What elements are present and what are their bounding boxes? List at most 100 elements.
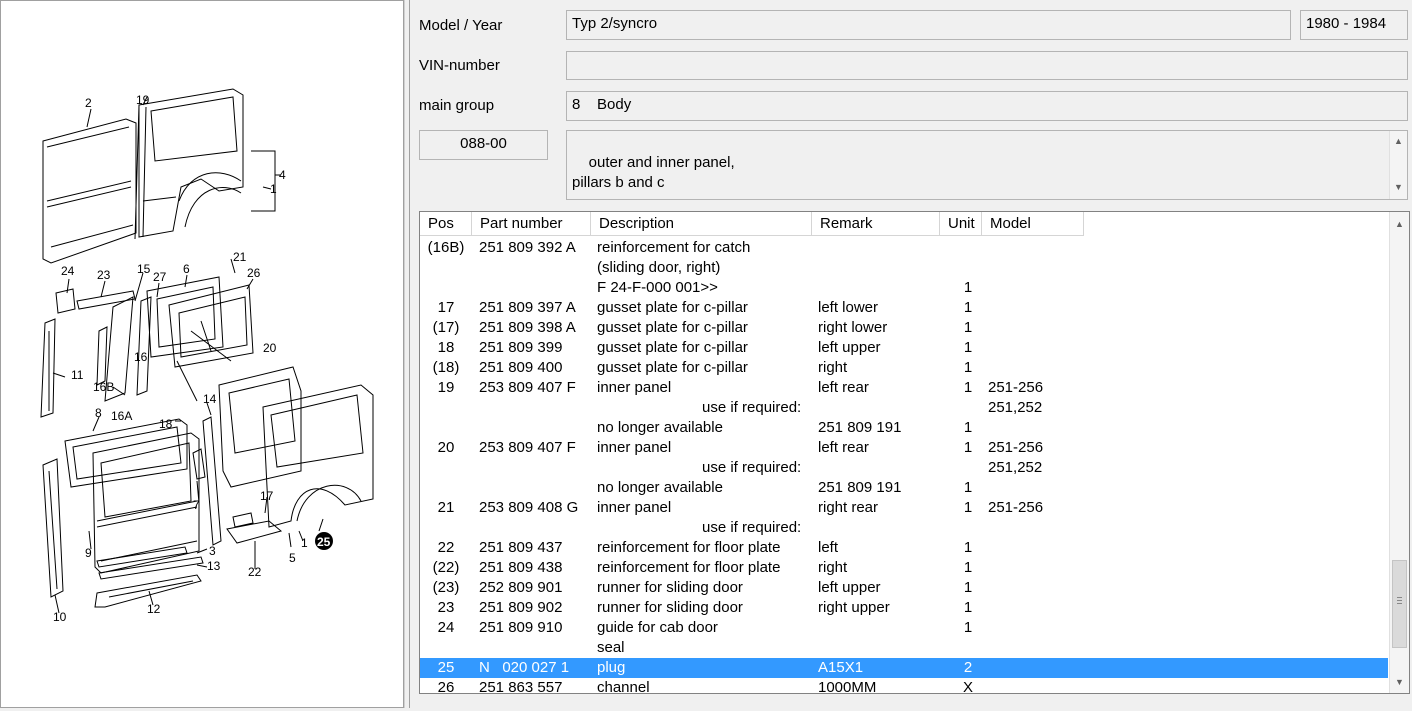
svg-text:16: 16	[134, 350, 148, 364]
table-row[interactable]: use if required: 251,252	[420, 458, 1388, 478]
cell-desc: reinforcement for floor plate	[597, 559, 781, 576]
svg-text:16B: 16B	[93, 380, 114, 394]
table-row[interactable]: 19 253 809 407 Finner panel left rear 1 251-…	[420, 378, 1388, 398]
table-row[interactable]: 17 251 809 397 A gusset plate for c-pillar…	[420, 298, 1388, 318]
table-row[interactable]: (17) 251 809 398 A gusset plate for c-pill…	[420, 318, 1388, 338]
illustration-description-field[interactable]: outer and inner panel, pillars b and c ▲…	[566, 130, 1408, 200]
table-row[interactable]: 26 251 863 557 channel 1000MM X	[420, 678, 1388, 694]
cell-unit: 1	[963, 279, 973, 296]
cell-unit: X	[962, 679, 973, 694]
table-row[interactable]: (sliding door, right)	[420, 258, 1388, 278]
cell-model: 251-256	[988, 439, 1044, 456]
svg-text:9: 9	[85, 546, 92, 560]
scroll-up-icon[interactable]: ▲	[1390, 218, 1409, 230]
column-header-description[interactable]: Description	[591, 212, 812, 236]
cell-desc: guide for cab door	[597, 619, 718, 636]
cell-pn: 251 809 438	[479, 559, 563, 576]
table-row[interactable]: use if required: 251,252	[420, 398, 1388, 418]
cell-pos: 22	[437, 539, 455, 556]
cell-pn: 251 809 902	[479, 599, 563, 616]
cell-pn: 251 863 557	[479, 679, 563, 694]
table-row[interactable]: 24 251 809 910 guide for cab door 1	[420, 618, 1388, 638]
cell-desc: gusset plate for c-pillar	[597, 319, 748, 336]
scroll-down-icon[interactable]: ▼	[1390, 676, 1409, 688]
table-row[interactable]: 18 251 809 399 gusset plate for c-pillar le…	[420, 338, 1388, 358]
table-row[interactable]: (16B) 251 809 392 A reinforcement for catc…	[420, 238, 1388, 258]
cell-model: 251,252	[988, 399, 1043, 416]
table-row[interactable]: (18) 251 809 400 gusset plate for c-pillar…	[420, 358, 1388, 378]
svg-text:1: 1	[301, 536, 308, 550]
cell-model: 251-256	[988, 499, 1044, 516]
table-row[interactable]: F 24-F-000 001>> 1	[420, 278, 1388, 298]
svg-text:8: 8	[95, 406, 102, 420]
cell-remark: A15X1	[818, 659, 864, 676]
details-panel: Model / Year Typ 2/syncro 1980 - 1984 VI…	[410, 0, 1412, 708]
cell-desc: seal	[597, 639, 625, 656]
cell-pos: 17	[437, 299, 455, 316]
table-row[interactable]: seal	[420, 638, 1388, 658]
svg-text:4: 4	[279, 168, 286, 182]
cell-remark: right upper	[818, 599, 890, 616]
cell-desc: inner panel	[597, 499, 672, 516]
svg-text:26: 26	[247, 266, 261, 280]
cell-desc: runner for sliding door	[597, 599, 743, 616]
column-header-remark[interactable]: Remark	[812, 212, 940, 236]
cell-pos: 24	[437, 619, 455, 636]
table-header: Pos Part number Description Remark Unit …	[420, 212, 1390, 236]
cell-pn: 251 809 400	[479, 359, 563, 376]
cell-model: 251-256	[988, 379, 1044, 396]
svg-text:14: 14	[203, 392, 217, 406]
table-row[interactable]: no longer available 251 809 191 1	[420, 478, 1388, 498]
cell-pos: 20	[437, 439, 455, 456]
cell-pn: 251 809 399	[479, 339, 563, 356]
cell-desc: use if required:	[702, 519, 802, 536]
table-row[interactable]: 22 251 809 437 reinforcement for floor pla…	[420, 538, 1388, 558]
svg-text:6: 6	[183, 262, 190, 276]
cell-pos: 21	[437, 499, 455, 516]
table-row[interactable]: use if required:	[420, 518, 1388, 538]
cell-pn: 252 809 901	[479, 579, 563, 596]
svg-text:3: 3	[209, 544, 216, 558]
cell-desc: reinforcement for floor plate	[597, 539, 781, 556]
svg-text:27: 27	[153, 270, 167, 284]
table-scrollbar[interactable]: ▲ ▼	[1389, 212, 1409, 693]
svg-text:2: 2	[85, 96, 92, 110]
table-row[interactable]: (23) 252 809 901 runner for sliding door le…	[420, 578, 1388, 598]
column-header-pos[interactable]: Pos	[420, 212, 472, 236]
parts-diagram-panel[interactable]: 2 19 4 1 24 23 15 27 6 21 26 11 16 16B 1…	[0, 0, 404, 708]
cell-pn: 251 809 398 A	[479, 319, 576, 336]
scroll-up-icon[interactable]: ▲	[1390, 135, 1407, 147]
svg-text:5: 5	[289, 551, 296, 565]
cell-pos: 25	[437, 659, 455, 676]
description-scrollbar[interactable]: ▲ ▼	[1389, 131, 1407, 199]
cell-remark: left upper	[818, 339, 881, 356]
table-row[interactable]: 25 N 020 027 1 plug A15X1 2	[420, 658, 1388, 678]
column-header-unit[interactable]: Unit	[940, 212, 982, 236]
parts-diagram[interactable]: 2 19 4 1 24 23 15 27 6 21 26 11 16 16B 1…	[1, 1, 403, 707]
cell-remark: 1000MM	[818, 679, 877, 694]
cell-pos: 26	[437, 679, 455, 694]
column-header-model[interactable]: Model	[982, 212, 1084, 236]
table-row[interactable]: no longer available 251 809 191 1	[420, 418, 1388, 438]
svg-text:17: 17	[260, 489, 274, 503]
cell-remark: 251 809 191	[818, 479, 902, 496]
cell-unit: 1	[963, 539, 973, 556]
parts-table[interactable]: Pos Part number Description Remark Unit …	[419, 211, 1410, 694]
cell-unit: 1	[963, 419, 973, 436]
cell-remark: right	[818, 359, 848, 376]
cell-remark: left	[818, 539, 839, 556]
svg-text:11: 11	[71, 368, 84, 382]
cell-desc: gusset plate for c-pillar	[597, 359, 748, 376]
column-header-part-number[interactable]: Part number	[472, 212, 591, 236]
scroll-down-icon[interactable]: ▼	[1390, 181, 1407, 193]
cell-desc: reinforcement for catch	[597, 239, 751, 256]
table-row[interactable]: (22) 251 809 438 reinforcement for floor p…	[420, 558, 1388, 578]
table-row[interactable]: 20 253 809 407 Finner panel left rear 1 251-…	[420, 438, 1388, 458]
cell-pos: 23	[437, 599, 455, 616]
table-row[interactable]: 21 253 809 408 Ginner panel right rear 1 251…	[420, 498, 1388, 518]
cell-pos: 19	[437, 379, 455, 396]
svg-text:16A: 16A	[111, 409, 132, 423]
scrollbar-thumb[interactable]	[1392, 560, 1407, 648]
cell-model: 251,252	[988, 459, 1043, 476]
table-row[interactable]: 23 251 809 902 runner for sliding door righ…	[420, 598, 1388, 618]
